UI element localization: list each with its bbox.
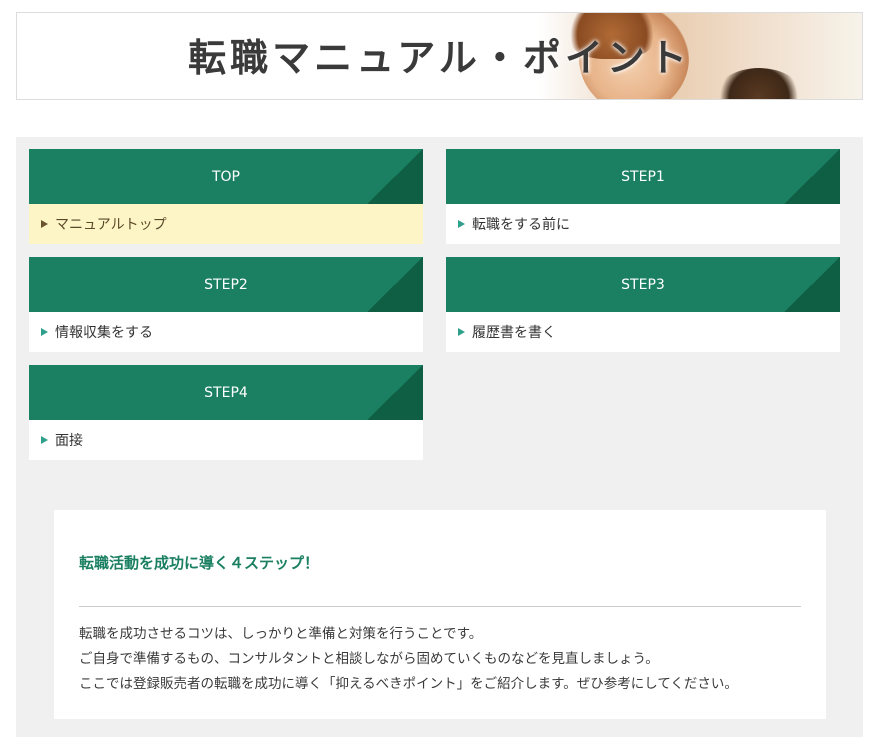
step-card-heading-label: STEP1 (621, 168, 665, 185)
nav-link-manual-top[interactable]: マニュアルトップ (29, 204, 423, 244)
intro-box: 転職活動を成功に導く４ステップ！ 転職を成功させるコツは、しっかりと準備と対策を… (54, 510, 826, 719)
nav-link-write-resume[interactable]: 履歴書を書く (446, 312, 840, 352)
step-card-top: TOP マニュアルトップ (29, 149, 423, 244)
step-card-heading: STEP1 (446, 149, 840, 204)
step-card-heading-label: TOP (211, 168, 240, 185)
intro-line: ここでは登録販売者の転職を成功に導く「抑えるべきポイント」をご紹介します。ぜひ参… (79, 676, 738, 692)
nav-link-label: 面接 (55, 433, 83, 449)
nav-link-label: 履歴書を書く (472, 325, 556, 341)
main-content: TOP マニュアルトップ STEP1 転職をする前に STEP2 情報収集をする (16, 137, 863, 737)
page-title: 転職マニュアル・ポイント (188, 36, 691, 80)
nav-link-label: マニュアルトップ (55, 217, 167, 233)
corner-decoration (367, 257, 423, 312)
corner-decoration (784, 257, 840, 312)
step-card-step3: STEP3 履歴書を書く (446, 257, 840, 352)
nav-link-before-change[interactable]: 転職をする前に (446, 204, 840, 244)
nav-link-label: 転職をする前に (472, 217, 570, 233)
step-card-step1: STEP1 転職をする前に (446, 149, 840, 244)
step-card-heading-label: STEP2 (204, 276, 248, 293)
nav-link-gather-info[interactable]: 情報収集をする (29, 312, 423, 352)
corner-decoration (367, 149, 423, 204)
nav-link-interview[interactable]: 面接 (29, 420, 423, 460)
intro-heading: 転職活動を成功に導く４ステップ！ (79, 554, 320, 572)
corner-decoration (784, 149, 840, 204)
corner-decoration (367, 365, 423, 420)
step-card-heading: STEP4 (29, 365, 423, 420)
intro-line: ご自身で準備するもの、コンサルタントと相談しながら固めていくものなどを見直しまし… (79, 651, 659, 667)
step-card-heading-label: STEP4 (204, 384, 248, 401)
triangle-right-icon (41, 328, 48, 336)
step-card-heading: STEP2 (29, 257, 423, 312)
step-card-heading: TOP (29, 149, 423, 204)
step-card-step4: STEP4 面接 (29, 365, 423, 460)
step-card-heading-label: STEP3 (621, 276, 665, 293)
triangle-right-icon (458, 220, 465, 228)
step-card-step2: STEP2 情報収集をする (29, 257, 423, 352)
triangle-right-icon (41, 436, 48, 444)
header-banner: 転職マニュアル・ポイント (16, 12, 863, 100)
divider (79, 606, 801, 607)
triangle-right-icon (41, 220, 48, 228)
intro-text: 転職を成功させるコツは、しっかりと準備と対策を行うことです。 ご自身で準備するも… (79, 622, 809, 697)
triangle-right-icon (458, 328, 465, 336)
step-card-heading: STEP3 (446, 257, 840, 312)
nav-link-label: 情報収集をする (55, 325, 153, 341)
intro-line: 転職を成功させるコツは、しっかりと準備と対策を行うことです。 (79, 626, 483, 642)
